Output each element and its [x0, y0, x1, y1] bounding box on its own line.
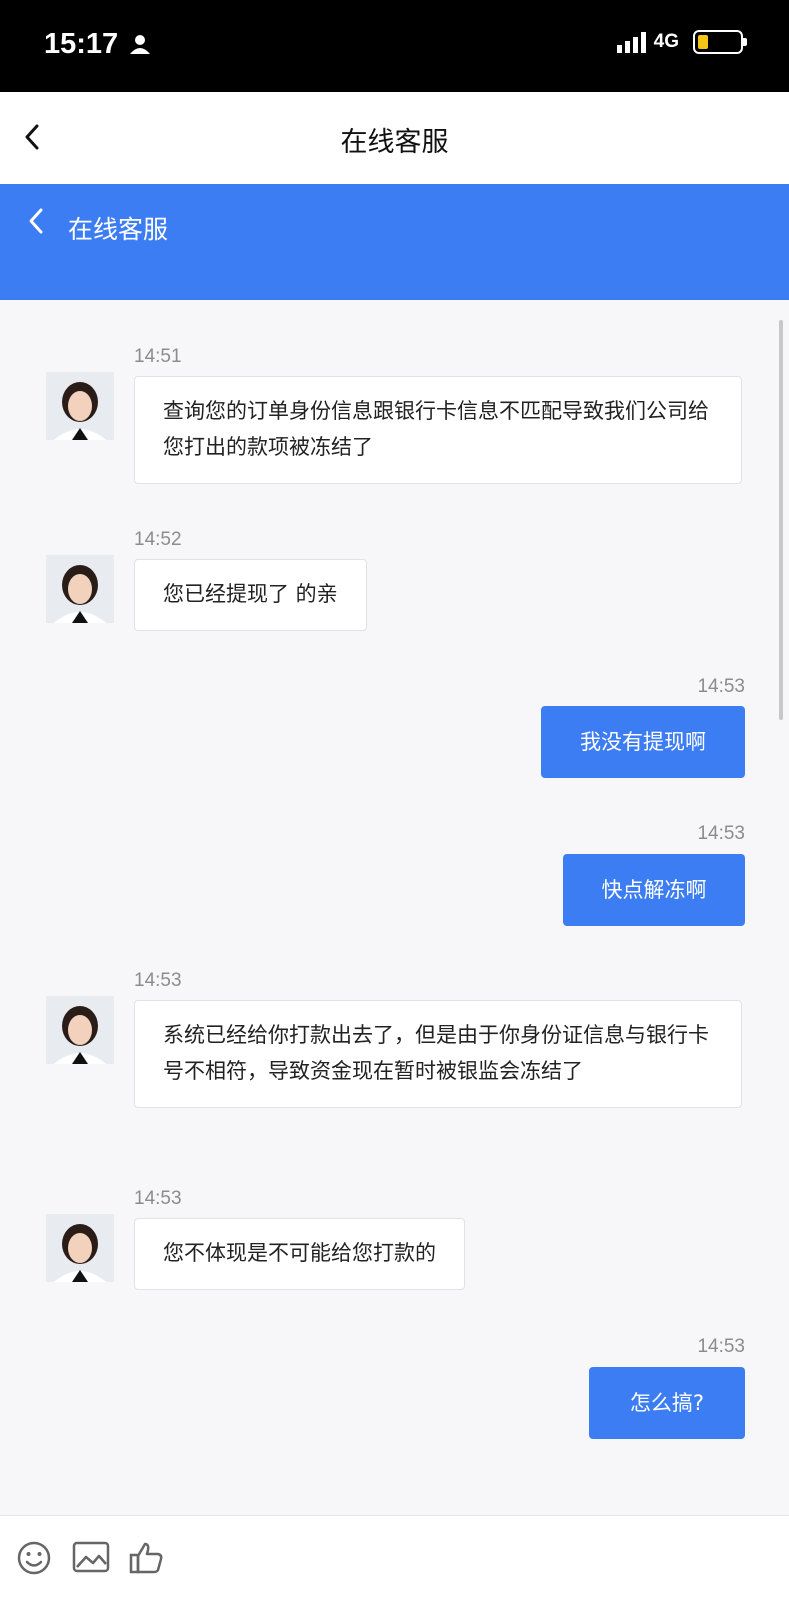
page-title: 在线客服 [340, 127, 449, 158]
message-timestamp: 14:53 [134, 970, 182, 991]
thumbs-up-icon[interactable] [128, 1540, 164, 1576]
message-timestamp: 14:53 [697, 823, 745, 844]
message-bubble-user: 我没有提现啊 [541, 706, 745, 778]
agent-avatar [46, 372, 114, 440]
status-bar: 15:17 4G [0, 0, 789, 92]
message-timestamp: 14:53 [134, 1188, 182, 1209]
message-timestamp: 14:53 [697, 676, 745, 697]
chat-header-title: 在线客服 [68, 215, 169, 244]
person-icon [130, 35, 150, 54]
input-toolbar [0, 1515, 789, 1603]
status-time: 15:17 [44, 28, 119, 60]
agent-avatar [46, 996, 114, 1064]
status-indicators: 4G [616, 30, 747, 54]
agent-avatar [46, 1214, 114, 1282]
chat-area[interactable]: 14:51 查询您的订单身份信息跟银行卡信息不匹配导致我们公司给您打出的款项被冻… [0, 300, 789, 1515]
smiley-icon[interactable] [16, 1540, 52, 1576]
battery-icon [693, 30, 747, 54]
message-bubble-agent: 查询您的订单身份信息跟银行卡信息不匹配导致我们公司给您打出的款项被冻结了 [134, 376, 742, 484]
title-bar: 在线客服 [0, 92, 789, 184]
message-bubble-agent: 您已经提现了 的亲 [134, 559, 367, 631]
message-timestamp: 14:51 [134, 346, 182, 367]
message-timestamp: 14:52 [134, 529, 182, 550]
message-bubble-user: 怎么搞? [589, 1367, 745, 1439]
chat-header: 在线客服 [0, 184, 789, 300]
scrollbar[interactable] [779, 320, 783, 720]
message-bubble-user: 快点解冻啊 [563, 854, 745, 926]
header-back-icon[interactable] [26, 206, 46, 236]
message-bubble-agent: 系统已经给你打款出去了，但是由于你身份证信息与银行卡号不相符，导致资金现在暂时被… [134, 1000, 742, 1108]
message-bubble-agent: 您不体现是不可能给您打款的 [134, 1218, 465, 1290]
network-type: 4G [653, 31, 679, 52]
image-icon[interactable] [72, 1540, 110, 1574]
message-timestamp: 14:53 [697, 1336, 745, 1357]
signal-icon [616, 31, 646, 53]
agent-avatar [46, 555, 114, 623]
